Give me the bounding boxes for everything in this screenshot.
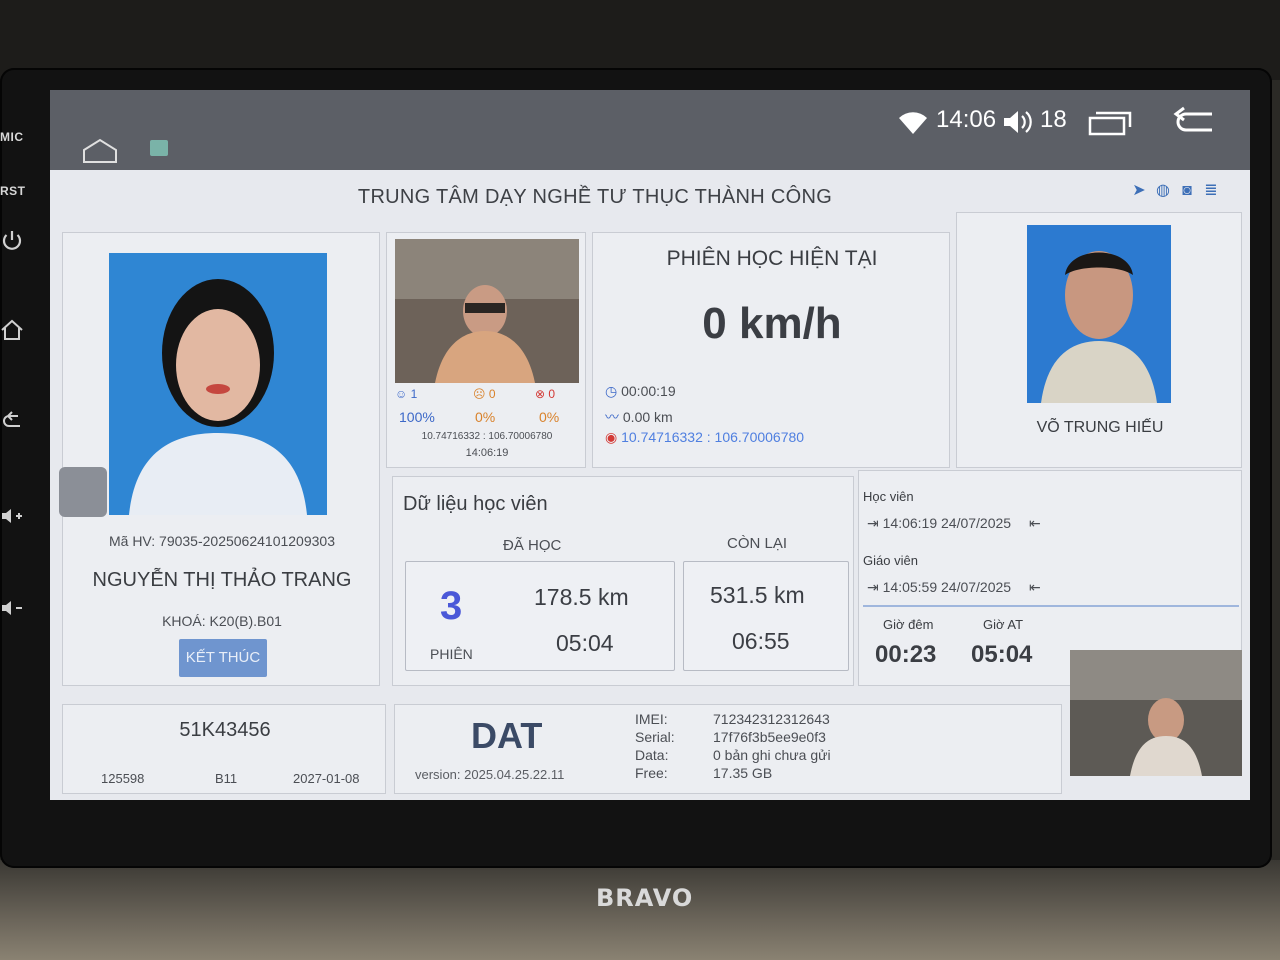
recognized-count: ☺ 1 (395, 387, 418, 401)
home-icon[interactable] (82, 138, 118, 164)
remain-time: 06:55 (732, 628, 790, 654)
driver-camera-image (395, 239, 579, 383)
close-circle-icon: ⊗ (535, 387, 546, 401)
location-icon: ◉ (605, 429, 618, 445)
vehicle-code: 125598 (101, 771, 145, 786)
session-duration: ◷ 00:00:19 (605, 383, 676, 399)
imei-value: 712342312312643 (713, 711, 830, 727)
camera-time: 14:06:19 (465, 447, 509, 459)
database-icon[interactable]: ≣ (1202, 182, 1220, 200)
back-icon[interactable] (1172, 106, 1216, 136)
power-icon[interactable] (0, 228, 24, 252)
device-version: version: 2025.04.25.22.11 (415, 767, 565, 782)
remain-box: 531.5 km 06:55 (683, 561, 849, 671)
wifi-icon (899, 112, 927, 134)
logout-icon: ⇤ (1028, 515, 1041, 531)
rejected-percent: 0% (539, 409, 560, 425)
sessions-count: 3 (440, 584, 463, 628)
student-panel: Mã HV: 79035-20250624101209303 NGUYỄN TH… (59, 232, 380, 686)
vehicle-class: B11 (215, 771, 238, 786)
recognized-percent: 100% (399, 409, 435, 425)
teacher-login-time: ⇥ 14:05:59 24/07/2025 ⇤ (867, 579, 1041, 595)
student-id: Mã HV: 79035-20250624101209303 (108, 533, 335, 549)
login-icon: ⇥ (867, 579, 879, 595)
learning-data-panel: Dữ liệu học viên ĐÃ HỌC CÒN LẠI 3 PHIÊN … (392, 476, 854, 686)
smile-icon: ☺ (395, 387, 408, 401)
neutral-icon: ☹ (473, 387, 486, 401)
data-value: 0 bản ghi chưa gửi (713, 747, 831, 763)
free-value: 17.35 GB (713, 765, 773, 781)
tablet-screen: 14:06 18 TRUNG TÂM DẠY NGHỀ TƯ THỤC THÀN… (50, 90, 1250, 800)
student-login-time: ⇥ 14:06:19 24/07/2025 ⇤ (867, 515, 1041, 531)
done-label: ĐÃ HỌC (503, 537, 562, 554)
page-title: TRUNG TÂM DẠY NGHỀ TƯ THỤC THÀNH CÔNG (357, 186, 833, 208)
student-photo (109, 253, 327, 515)
vehicle-expiry: 2027-01-08 (293, 771, 360, 786)
rear-camera-image (1070, 650, 1242, 776)
safety-hours-value: 05:04 (971, 641, 1033, 668)
end-session-button[interactable]: KẾT THÚC (179, 639, 267, 677)
navigation-icon[interactable]: ➤ (1130, 182, 1148, 200)
home-hw-icon[interactable] (0, 318, 24, 342)
speed-value: 0 km/h (702, 299, 842, 348)
serial-value: 17f76f3b5ee9e0f3 (713, 729, 826, 745)
logout-icon: ⇤ (1028, 579, 1041, 595)
night-hours-value: 00:23 (875, 641, 937, 668)
status-bar: 14:06 18 (50, 90, 1250, 170)
session-distance: 〰 0.00 km (605, 409, 673, 425)
volume-icon[interactable] (1002, 108, 1032, 136)
license-plate: 51K43456 (179, 719, 271, 741)
back-hw-icon[interactable] (0, 408, 24, 432)
remain-label: CÒN LẠI (727, 535, 788, 552)
teacher-panel: VÕ TRUNG HIẾU (956, 212, 1242, 468)
rejected-count: ⊗ 0 (535, 387, 556, 401)
remain-km: 531.5 km (710, 582, 805, 608)
teacher-photo (1027, 225, 1171, 403)
device-name: DAT (471, 715, 543, 756)
safety-hours-label: Giờ AT (983, 617, 1024, 632)
globe-icon[interactable]: ◍ (1154, 182, 1172, 200)
serial-label: Serial: (635, 729, 675, 745)
device-info-panel: DAT version: 2025.04.25.22.11 IMEI: 7123… (394, 704, 1062, 794)
current-session-panel: PHIÊN HỌC HIỆN TẠI 0 km/h ◷ 00:00:19 〰 0… (592, 232, 950, 468)
teacher-login-label: Giáo viên (863, 553, 918, 568)
camera-icon[interactable]: ◙ (1178, 182, 1196, 200)
camera-toggle-button[interactable] (59, 467, 107, 517)
login-icon: ⇥ (867, 515, 879, 531)
toolbar-icons: ➤ ◍ ◙ ≣ (1130, 182, 1220, 200)
sessions-label: PHIÊN (430, 646, 473, 662)
mic-label: MIC (0, 130, 24, 144)
vehicle-panel: 51K43456 125598 B11 2027-01-08 (62, 704, 386, 794)
data-label: Data: (635, 747, 669, 763)
student-login-label: Học viên (863, 489, 914, 504)
clock-icon: ◷ (605, 383, 618, 399)
done-km: 178.5 km (534, 584, 629, 610)
teacher-name: VÕ TRUNG HIẾU (1036, 419, 1164, 436)
free-label: Free: (635, 765, 668, 781)
neutral-percent: 0% (475, 409, 496, 425)
done-time: 05:04 (556, 630, 614, 656)
session-gps: ◉ 10.74716332 : 106.70006780 (605, 429, 805, 445)
done-box: 3 PHIÊN 178.5 km 05:04 (405, 561, 675, 671)
app-icon[interactable] (150, 140, 168, 156)
camera-panel: ☺ 1 ☹ 0 ⊗ 0 100% 0% 0% 10.74716332 : 106… (386, 232, 586, 468)
rst-label: RST (0, 184, 26, 198)
course-label: KHOÁ: K20(B).B01 (162, 613, 282, 629)
trend-icon: 〰 (605, 409, 619, 425)
volume-up-hw-icon[interactable] (0, 504, 24, 528)
student-name: NGUYỄN THỊ THẢO TRANG (92, 569, 352, 591)
session-title: PHIÊN HỌC HIỆN TẠI (666, 247, 878, 270)
brand-logo: BRAVO (596, 884, 694, 912)
imei-label: IMEI: (635, 711, 668, 727)
app-content: TRUNG TÂM DẠY NGHỀ TƯ THỤC THÀNH CÔNG ➤ … (50, 170, 1250, 800)
learning-title: Dữ liệu học viên (403, 493, 548, 515)
volume-level: 18 (1040, 106, 1067, 133)
volume-down-hw-icon[interactable] (0, 596, 24, 620)
divider (863, 605, 1239, 607)
clock: 14:06 (936, 106, 997, 133)
neutral-count: ☹ 0 (473, 387, 496, 401)
night-hours-label: Giờ đêm (883, 617, 934, 632)
camera-coords: 10.74716332 : 106.70006780 (421, 431, 553, 442)
recent-apps-icon[interactable] (1088, 110, 1132, 136)
